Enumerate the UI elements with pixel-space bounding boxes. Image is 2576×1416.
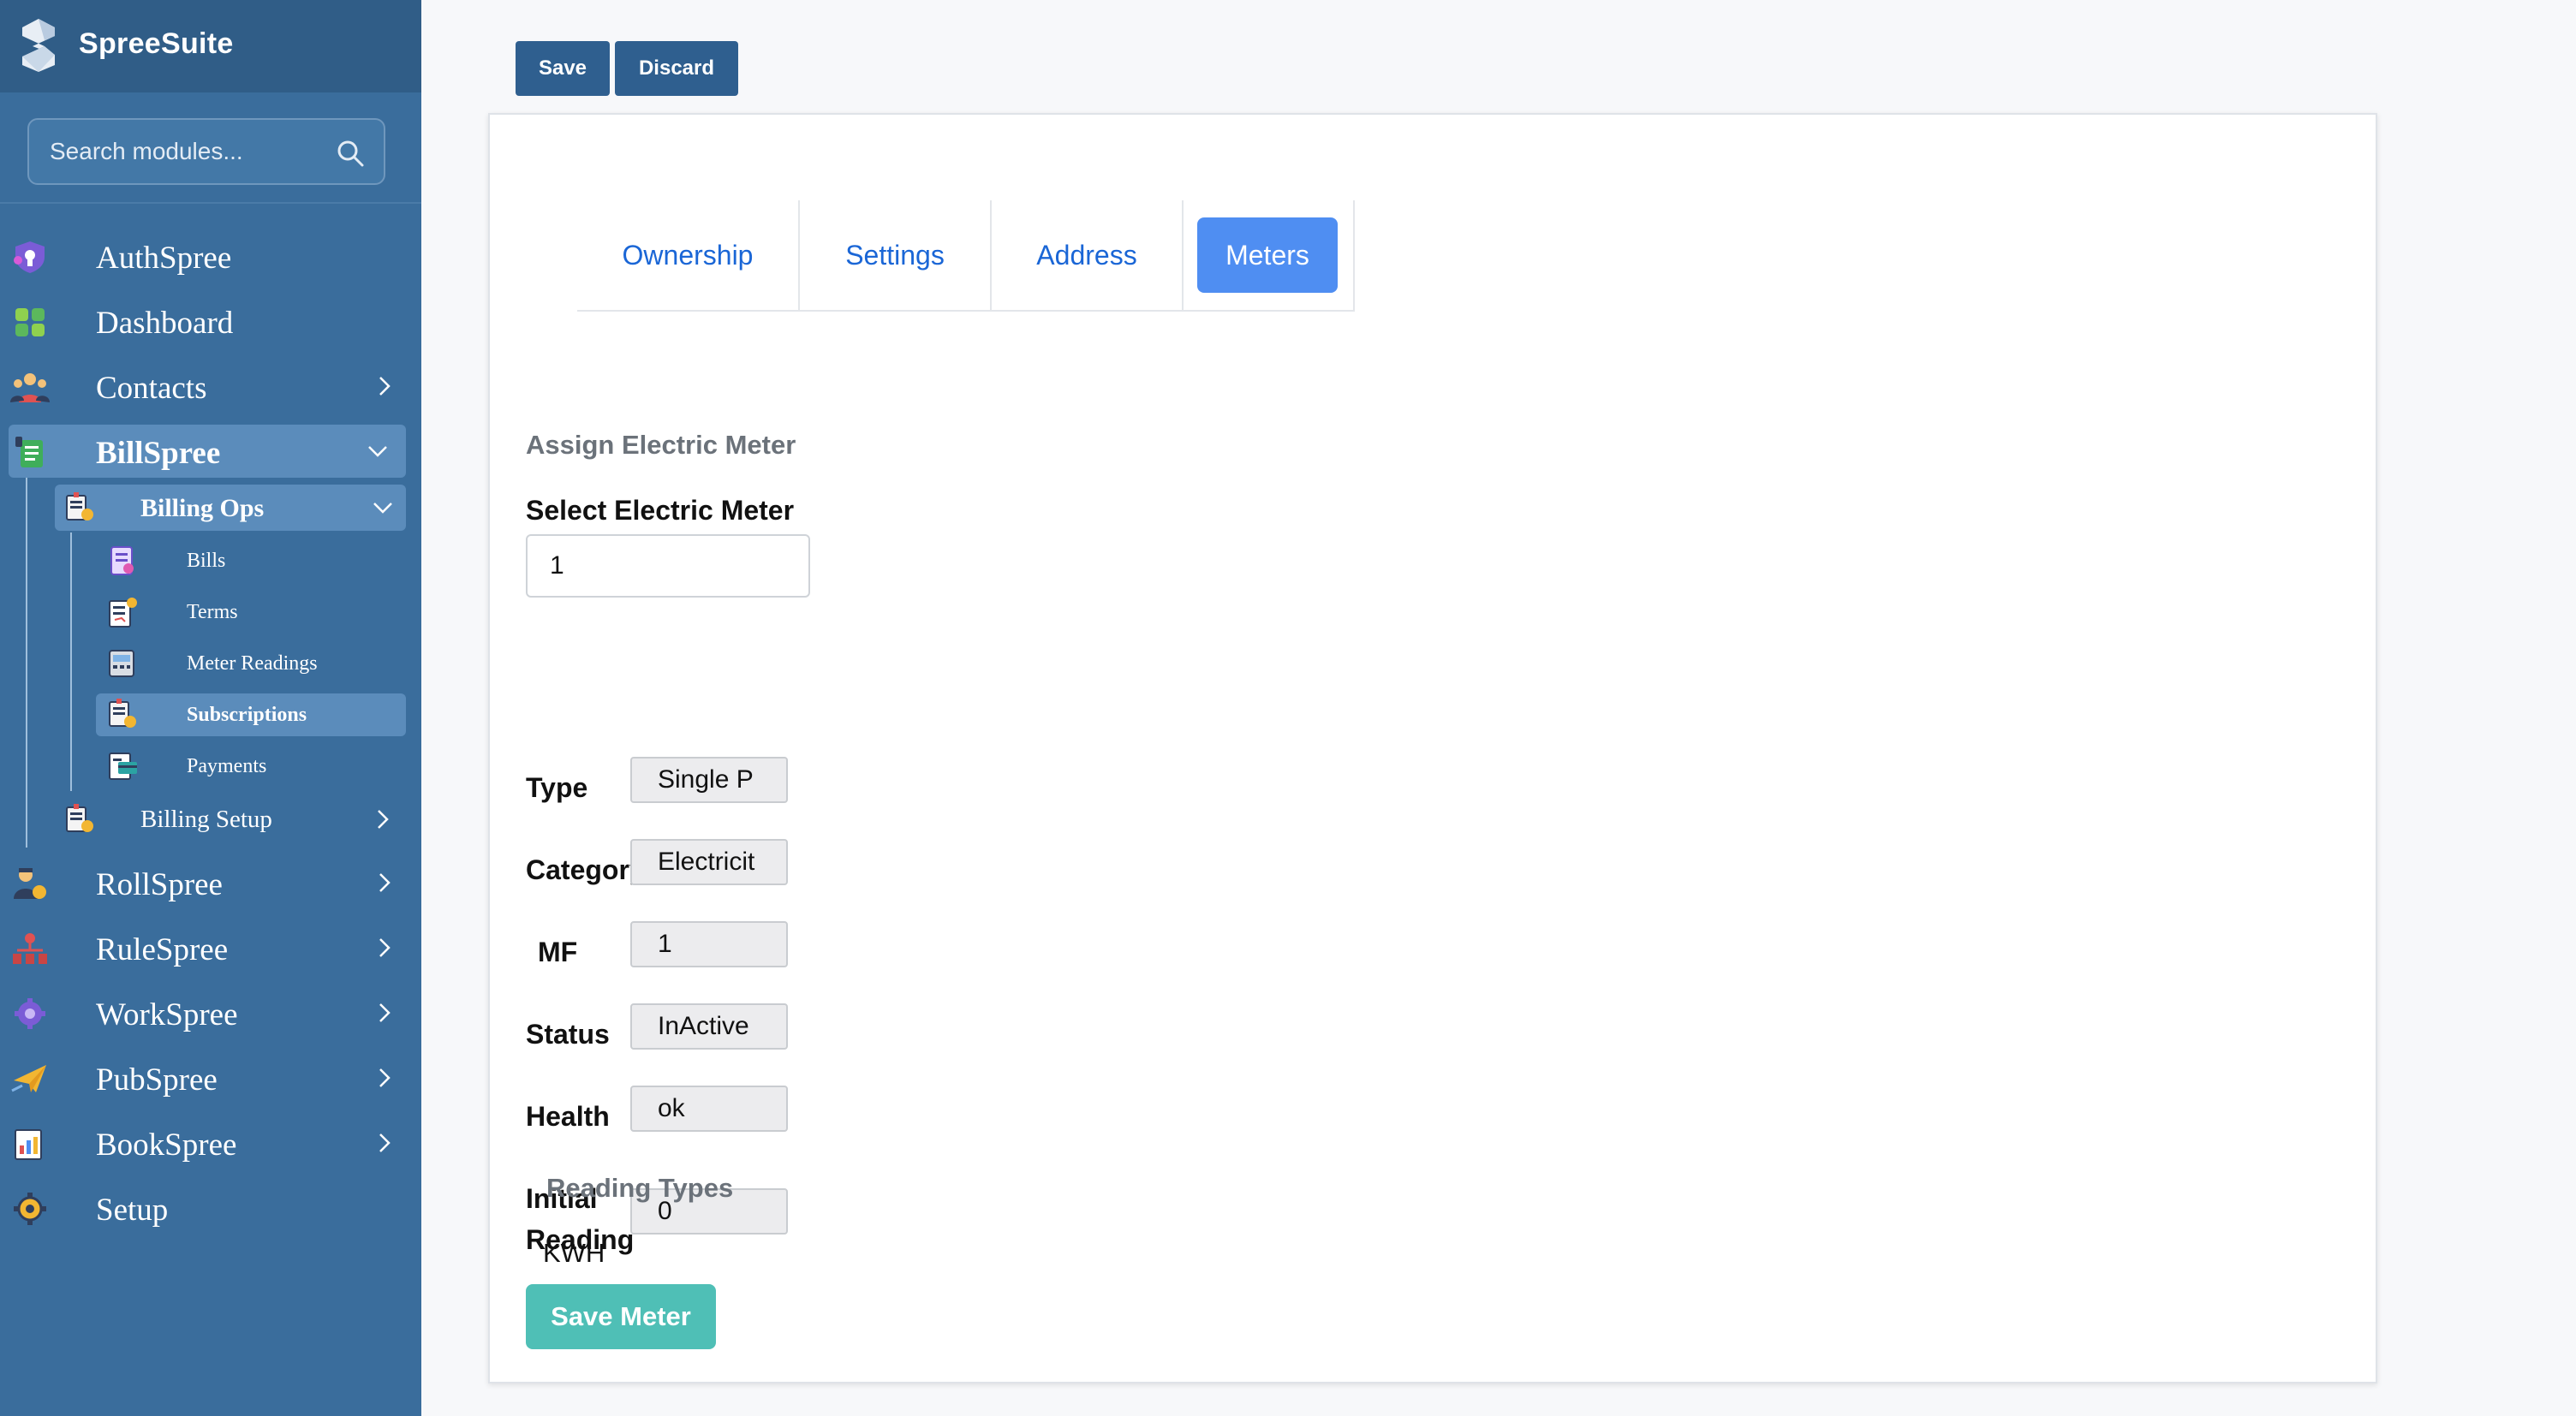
sidebar-item-payments[interactable]: Payments	[96, 745, 406, 788]
sidebar-item-bills[interactable]: Bills	[96, 539, 406, 582]
select-electric-meter-input[interactable]	[526, 534, 810, 598]
status-label: Status	[526, 1019, 610, 1050]
chevron-right-icon	[379, 377, 391, 396]
workspree-team-gear-icon	[15, 998, 45, 1029]
sidebar-item-label: RuleSpree	[96, 932, 229, 967]
mf-field[interactable]	[630, 921, 788, 967]
sidebar-item-contacts[interactable]: Contacts	[0, 360, 421, 413]
tree-guide-line	[26, 478, 27, 848]
sidebar-item-label: Contacts	[96, 371, 207, 406]
search-input[interactable]	[50, 134, 332, 170]
save-button[interactable]: Save	[516, 41, 610, 96]
reading-type-item: KWH	[543, 1238, 605, 1268]
app-name: SpreeSuite	[79, 27, 234, 60]
sidebar-item-billspree[interactable]: BillSpree	[9, 425, 406, 478]
chevron-right-icon	[379, 1133, 391, 1152]
contacts-group-icon	[10, 373, 50, 402]
sidebar-item-label: BillSpree	[96, 436, 221, 471]
sidebar-item-rulespree[interactable]: RuleSpree	[0, 921, 421, 974]
sidebar-item-subscriptions[interactable]: Subscriptions	[96, 693, 406, 736]
sidebar-item-label: Dashboard	[96, 306, 234, 341]
chevron-right-icon	[379, 873, 391, 892]
search-icon[interactable]	[336, 139, 365, 168]
meter-reading-icon	[109, 650, 134, 677]
sidebar-item-label: Payments	[187, 755, 267, 777]
sidebar-item-billing-setup[interactable]: Billing Setup	[55, 796, 406, 842]
sidebar: SpreeSuite AuthSpree Dashboard	[0, 0, 421, 1416]
tab-divider	[1353, 200, 1355, 310]
brand-header: SpreeSuite	[0, 0, 421, 92]
sidebar-item-terms[interactable]: Terms	[96, 591, 406, 634]
type-field[interactable]	[630, 757, 788, 803]
sidebar-item-label: PubSpree	[96, 1062, 218, 1098]
save-meter-button[interactable]: Save Meter	[526, 1284, 716, 1349]
shield-lock-icon	[14, 241, 45, 273]
spreesuite-logo-icon	[22, 19, 55, 72]
sidebar-item-label: Subscriptions	[187, 704, 307, 726]
chevron-right-icon	[378, 810, 389, 829]
dashboard-grid-icon	[15, 308, 45, 336]
chevron-down-icon	[373, 503, 392, 514]
chevron-right-icon	[379, 938, 391, 957]
category-label: Category	[526, 854, 634, 885]
sidebar-item-authspree[interactable]: AuthSpree	[0, 229, 421, 283]
tab-meters[interactable]: Meters	[1197, 217, 1338, 293]
tab-divider	[1182, 200, 1184, 310]
gear-icon	[14, 1193, 46, 1225]
subscription-icon	[109, 699, 136, 728]
discard-button[interactable]: Discard	[615, 41, 738, 96]
mf-label: MF	[538, 937, 578, 967]
sidebar-item-label: Setup	[96, 1193, 169, 1228]
chevron-down-icon	[368, 446, 387, 457]
bill-document-icon	[110, 546, 134, 575]
sidebar-item-label: Terms	[187, 601, 238, 623]
terms-contract-icon	[109, 598, 137, 628]
health-field[interactable]	[630, 1086, 788, 1132]
chevron-right-icon	[379, 1068, 391, 1087]
bookspree-ledger-icon	[15, 1129, 42, 1160]
type-label: Type	[526, 772, 588, 803]
sidebar-item-label: WorkSpree	[96, 997, 238, 1032]
category-field[interactable]	[630, 839, 788, 885]
rulespree-hierarchy-icon	[13, 933, 47, 964]
sidebar-item-setup[interactable]: Setup	[0, 1181, 421, 1235]
sidebar-divider	[0, 202, 421, 204]
health-label: Health	[526, 1101, 610, 1132]
paper-plane-icon	[11, 1065, 46, 1092]
tab-settings[interactable]: Settings	[800, 200, 990, 310]
rollspree-employee-icon	[14, 868, 46, 899]
sidebar-item-meter-readings[interactable]: Meter Readings	[96, 642, 406, 685]
billing-setup-icon	[66, 804, 93, 832]
sidebar-item-billing-ops[interactable]: Billing Ops	[55, 485, 406, 531]
section-title: Assign Electric Meter	[526, 430, 796, 460]
tree-guide-line	[70, 532, 72, 791]
sidebar-item-label: Bills	[187, 550, 226, 572]
tab-bar: Ownership Settings Address Meters	[577, 200, 1355, 312]
reading-types-title: Reading Types	[546, 1173, 734, 1203]
tab-ownership[interactable]: Ownership	[577, 200, 798, 310]
sidebar-item-label: AuthSpree	[96, 241, 232, 276]
payment-card-icon	[109, 753, 137, 780]
sidebar-item-label: RollSpree	[96, 867, 223, 902]
sidebar-item-label: Billing Setup	[140, 806, 272, 833]
sidebar-item-label: BookSpree	[96, 1127, 237, 1163]
search-box	[27, 118, 385, 185]
sidebar-item-pubspree[interactable]: PubSpree	[0, 1051, 421, 1104]
sidebar-item-label: Billing Ops	[140, 494, 265, 522]
sidebar-item-workspree[interactable]: WorkSpree	[0, 986, 421, 1039]
billing-ops-icon	[66, 492, 93, 521]
sidebar-item-label: Meter Readings	[187, 652, 318, 675]
sidebar-item-rollspree[interactable]: RollSpree	[0, 856, 421, 909]
chevron-right-icon	[379, 1003, 391, 1022]
status-field[interactable]	[630, 1003, 788, 1050]
meter-form-card: Ownership Settings Address Meters Assign…	[488, 113, 2377, 1383]
sidebar-item-bookspree[interactable]: BookSpree	[0, 1116, 421, 1169]
sidebar-item-dashboard[interactable]: Dashboard	[0, 295, 421, 348]
select-meter-label: Select Electric Meter	[526, 495, 795, 526]
tab-address[interactable]: Address	[992, 200, 1182, 310]
billspree-icon	[15, 437, 43, 467]
